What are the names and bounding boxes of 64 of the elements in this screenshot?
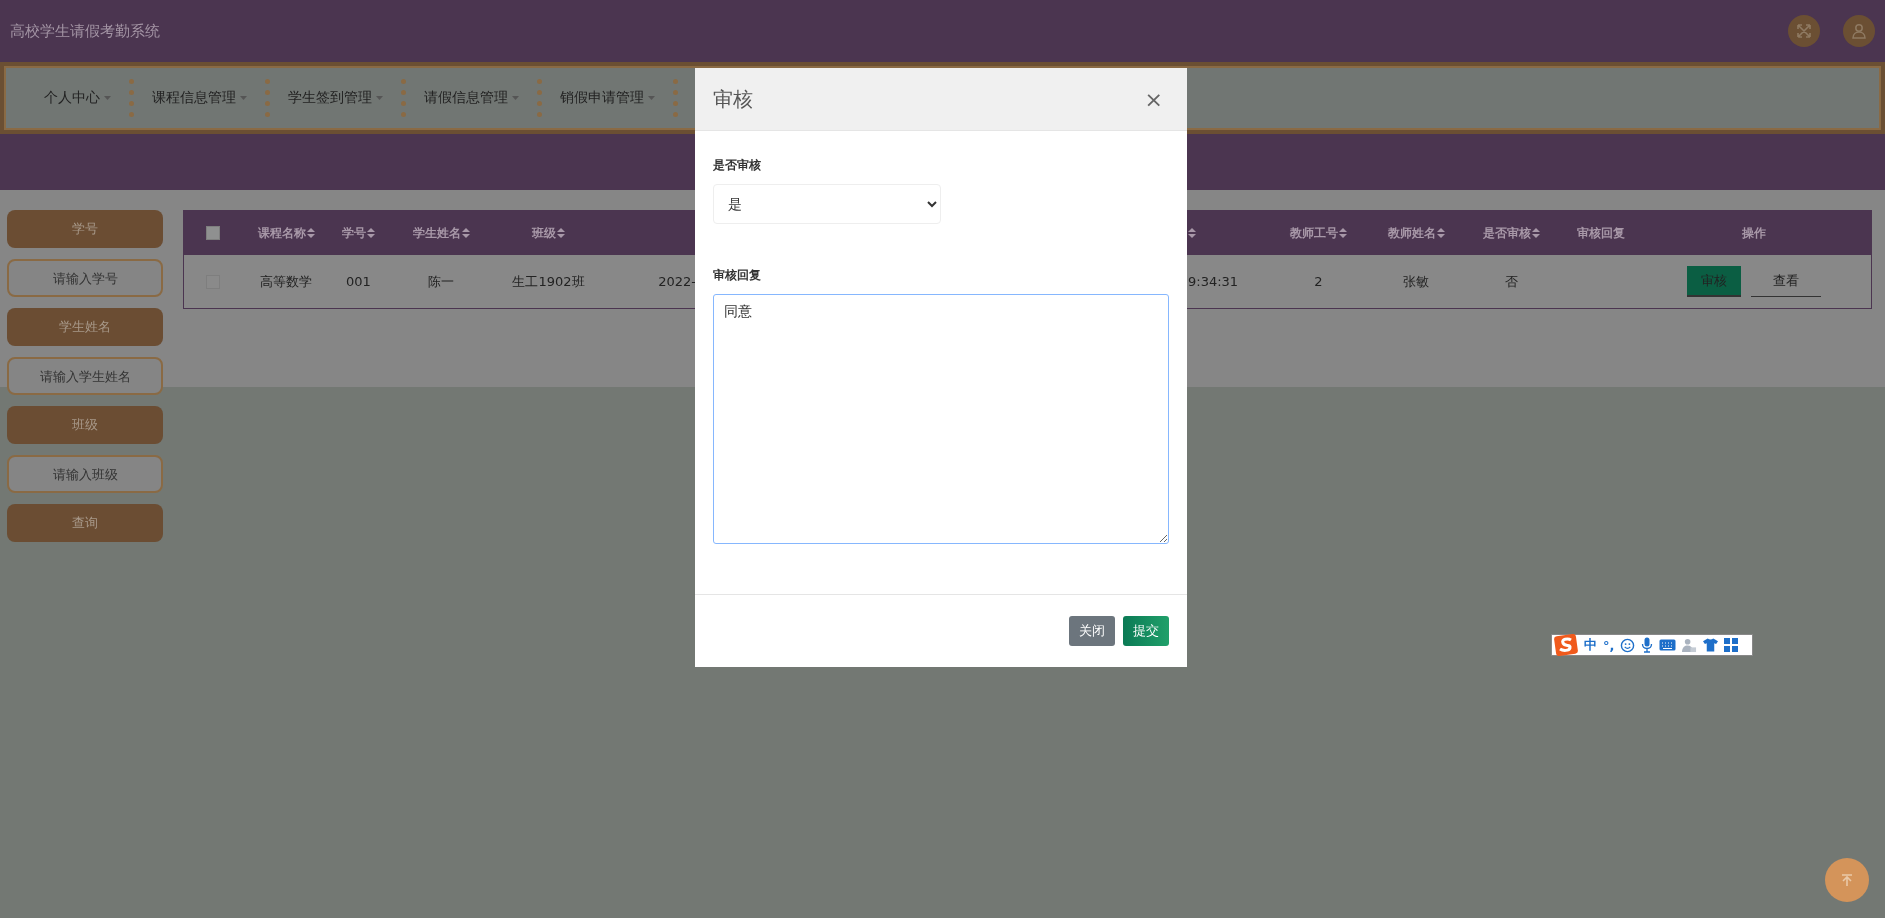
nav-menu-item[interactable]: 个人中心 bbox=[26, 89, 129, 107]
shirt-icon[interactable] bbox=[1703, 638, 1719, 652]
filter-input[interactable]: 请输入班级 bbox=[7, 455, 163, 493]
nav-menu-item[interactable]: 请假信息管理 bbox=[406, 89, 537, 107]
close-dialog-button[interactable]: 关闭 bbox=[1069, 616, 1115, 646]
column-header: 学号 bbox=[342, 224, 366, 242]
column-header: 班级 bbox=[532, 224, 556, 242]
sort-icon[interactable] bbox=[1531, 228, 1540, 238]
submit-button[interactable]: 提交 bbox=[1123, 616, 1169, 646]
app-title: 高校学生请假考勤系统 bbox=[10, 21, 161, 41]
nav-menu-item[interactable]: 学生签到管理 bbox=[270, 89, 401, 107]
filter-label: 班级 bbox=[7, 406, 163, 444]
grid-icon[interactable] bbox=[1724, 638, 1739, 652]
field-label: 是否审核 bbox=[713, 157, 762, 174]
ime-logo-icon[interactable] bbox=[1554, 634, 1578, 656]
fullscreen-icon[interactable] bbox=[1788, 15, 1820, 47]
filter-input[interactable]: 请输入学生姓名 bbox=[7, 357, 163, 395]
nav-menu-item[interactable]: 课程信息管理 bbox=[134, 89, 265, 107]
filter-label: 学号 bbox=[7, 210, 163, 248]
table-cell: 否 bbox=[1504, 272, 1518, 291]
microphone-icon[interactable] bbox=[1641, 637, 1654, 653]
review-select[interactable]: 是 bbox=[713, 184, 941, 224]
caret-icon bbox=[512, 96, 519, 100]
smiley-icon[interactable] bbox=[1620, 637, 1636, 653]
close-button[interactable]: × bbox=[1138, 85, 1169, 113]
nav-menu-item[interactable]: 销假申请管理 bbox=[542, 89, 673, 107]
view-link[interactable]: 查看 bbox=[1750, 266, 1821, 297]
table-cell: 2 bbox=[1314, 274, 1323, 289]
sort-icon[interactable] bbox=[1436, 228, 1445, 238]
caret-icon bbox=[104, 96, 111, 100]
sort-icon[interactable] bbox=[461, 228, 470, 238]
filter-input[interactable]: 请输入学号 bbox=[7, 259, 163, 297]
column-header: 操作 bbox=[1741, 224, 1766, 242]
back-to-top-button[interactable] bbox=[1825, 858, 1869, 902]
up-arrow-icon bbox=[1839, 872, 1855, 888]
filter-label: 学生姓名 bbox=[7, 308, 163, 346]
table-cell: 001 bbox=[346, 274, 371, 289]
column-header: 学生姓名 bbox=[412, 224, 461, 242]
sort-icon[interactable] bbox=[1339, 228, 1347, 238]
select-all-checkbox[interactable] bbox=[205, 226, 220, 240]
column-header: 课程名称 bbox=[257, 224, 306, 242]
keyboard-icon[interactable] bbox=[1659, 639, 1677, 651]
table-cell: 9:34:31 bbox=[1188, 274, 1239, 289]
column-header: 是否审核 bbox=[1482, 224, 1531, 242]
caret-icon bbox=[648, 96, 655, 100]
column-header: 教师姓名 bbox=[1387, 224, 1436, 242]
table-cell: 高等数学 bbox=[260, 272, 312, 291]
sort-icon[interactable] bbox=[557, 228, 565, 238]
dialog-title: 审核 bbox=[713, 85, 754, 113]
field-label: 审核回复 bbox=[713, 267, 762, 284]
column-header: 审核回复 bbox=[1577, 224, 1625, 242]
query-button[interactable]: 查询 bbox=[7, 504, 163, 542]
table-cell: 生工1902班 bbox=[512, 272, 585, 291]
user-icon[interactable] bbox=[1843, 15, 1875, 47]
ime-mode-toggle[interactable]: 中 bbox=[1584, 636, 1597, 654]
caret-icon bbox=[240, 96, 247, 100]
sort-icon[interactable] bbox=[306, 228, 315, 238]
column-header: 教师工号 bbox=[1290, 224, 1338, 242]
sort-icon[interactable] bbox=[367, 228, 375, 238]
table-cell: 张敏 bbox=[1403, 272, 1429, 291]
caret-icon bbox=[376, 96, 383, 100]
ime-punct-toggle[interactable]: °, bbox=[1603, 637, 1615, 653]
reply-textarea[interactable]: 同意 bbox=[713, 294, 1169, 544]
table-cell: 2022- bbox=[658, 274, 696, 289]
